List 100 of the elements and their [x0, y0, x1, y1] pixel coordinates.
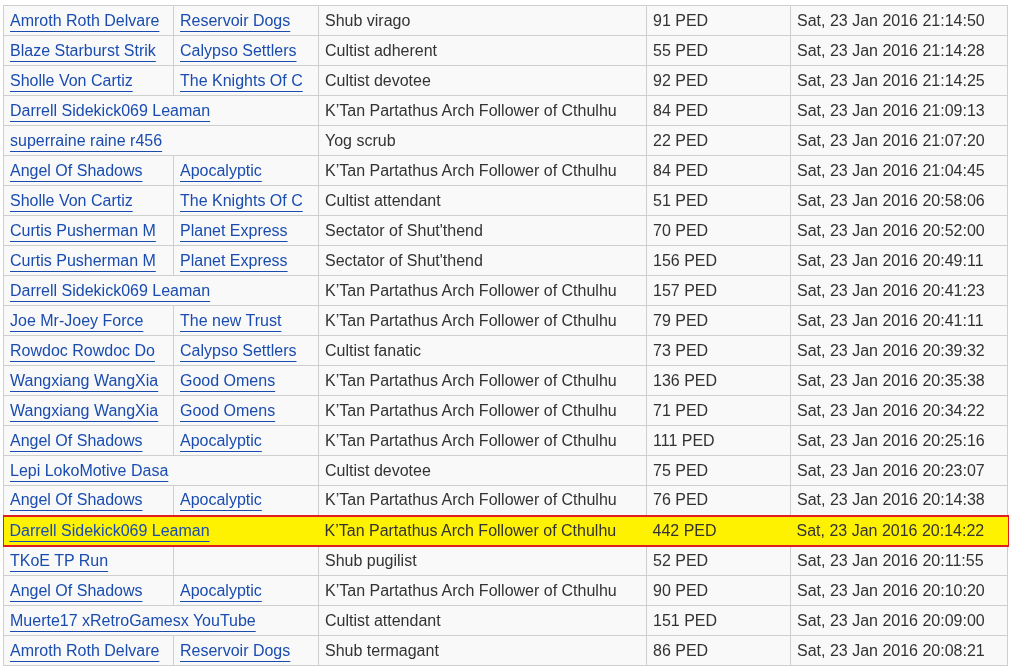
- value-cell: 51 PED: [646, 185, 791, 216]
- player-link[interactable]: Joe Mr-Joey Force: [10, 311, 144, 329]
- creature-cell: Cultist attendant: [318, 605, 647, 636]
- creature-cell: K’Tan Partathus Arch Follower of Cthulhu: [318, 365, 647, 396]
- value-cell: 70 PED: [646, 215, 791, 246]
- value-cell: 90 PED: [646, 575, 791, 606]
- time-cell: Sat, 23 Jan 2016 20:39:32: [790, 335, 1008, 366]
- creature-cell: Sectator of Shut'thend: [318, 215, 647, 246]
- society-link[interactable]: Apocalyptic: [180, 431, 262, 449]
- player-link[interactable]: Angel Of Shadows: [10, 431, 143, 449]
- time-cell: Sat, 23 Jan 2016 20:25:16: [790, 425, 1008, 456]
- player-link[interactable]: Wangxiang WangXia: [10, 371, 159, 389]
- time-cell: Sat, 23 Jan 2016 20:14:22: [790, 515, 1008, 546]
- time-cell: Sat, 23 Jan 2016 21:14:25: [790, 65, 1008, 96]
- value-cell: 52 PED: [646, 545, 791, 576]
- society-link[interactable]: Apocalyptic: [180, 581, 262, 599]
- value-cell: 442 PED: [646, 515, 791, 546]
- player-link[interactable]: Wangxiang WangXia: [10, 401, 159, 419]
- society-link[interactable]: Apocalyptic: [180, 161, 262, 179]
- creature-cell: Shub termagant: [318, 635, 647, 666]
- value-cell: 157 PED: [646, 275, 791, 306]
- time-cell: Sat, 23 Jan 2016 21:09:13: [790, 95, 1008, 126]
- player-link[interactable]: Angel Of Shadows: [10, 581, 143, 599]
- time-cell: Sat, 23 Jan 2016 20:34:22: [790, 395, 1008, 426]
- time-cell: Sat, 23 Jan 2016 21:07:20: [790, 125, 1008, 156]
- player-link[interactable]: Darrell Sidekick069 Leaman: [9, 521, 210, 539]
- creature-cell: Shub virago: [318, 5, 647, 36]
- creature-cell: K’Tan Partathus Arch Follower of Cthulhu: [318, 515, 647, 546]
- time-cell: Sat, 23 Jan 2016 20:10:20: [790, 575, 1008, 606]
- player-link[interactable]: Blaze Starburst Strik: [10, 41, 156, 59]
- time-cell: Sat, 23 Jan 2016 20:11:55: [790, 545, 1008, 576]
- value-cell: 75 PED: [646, 455, 791, 486]
- society-link[interactable]: Calypso Settlers: [180, 341, 297, 359]
- value-cell: 84 PED: [646, 155, 791, 186]
- society-link[interactable]: Apocalyptic: [180, 491, 262, 509]
- player-link[interactable]: Darrell Sidekick069 Leaman: [10, 101, 211, 119]
- value-cell: 156 PED: [646, 245, 791, 276]
- creature-cell: Cultist devotee: [318, 455, 647, 486]
- society-link[interactable]: Reservoir Dogs: [180, 641, 291, 659]
- creature-cell: Cultist devotee: [318, 65, 647, 96]
- society-link[interactable]: Good Omens: [180, 401, 276, 419]
- value-cell: 55 PED: [646, 35, 791, 66]
- creature-cell: K’Tan Partathus Arch Follower of Cthulhu: [318, 305, 647, 336]
- value-cell: 84 PED: [646, 95, 791, 126]
- value-cell: 86 PED: [646, 635, 791, 666]
- time-cell: Sat, 23 Jan 2016 20:58:06: [790, 185, 1008, 216]
- creature-cell: K’Tan Partathus Arch Follower of Cthulhu: [318, 425, 647, 456]
- player-link[interactable]: TKoE TP Run: [10, 551, 109, 569]
- time-cell: Sat, 23 Jan 2016 20:52:00: [790, 215, 1008, 246]
- society-link[interactable]: The Knights Of C: [180, 71, 303, 89]
- player-link[interactable]: Muerte17 xRetroGamesx YouTube: [10, 611, 256, 629]
- society-link[interactable]: Planet Express: [180, 251, 288, 269]
- creature-cell: K’Tan Partathus Arch Follower of Cthulhu: [318, 155, 647, 186]
- player-link[interactable]: Angel Of Shadows: [10, 161, 143, 179]
- time-cell: Sat, 23 Jan 2016 21:04:45: [790, 155, 1008, 186]
- value-cell: 71 PED: [646, 395, 791, 426]
- creature-cell: Yog scrub: [318, 125, 647, 156]
- society-link[interactable]: Planet Express: [180, 221, 288, 239]
- creature-cell: Sectator of Shut'thend: [318, 245, 647, 276]
- creature-cell: K’Tan Partathus Arch Follower of Cthulhu: [318, 485, 647, 516]
- time-cell: Sat, 23 Jan 2016 20:41:23: [790, 275, 1008, 306]
- player-link[interactable]: Sholle Von Cartiz: [10, 71, 133, 89]
- society-link[interactable]: Calypso Settlers: [180, 41, 297, 59]
- player-link[interactable]: Sholle Von Cartiz: [10, 191, 133, 209]
- time-cell: Sat, 23 Jan 2016 20:35:38: [790, 365, 1008, 396]
- society-link[interactable]: Good Omens: [180, 371, 276, 389]
- player-link[interactable]: superraine raine r456: [10, 131, 163, 149]
- player-link[interactable]: Amroth Roth Delvare: [10, 11, 160, 29]
- creature-cell: K’Tan Partathus Arch Follower of Cthulhu: [318, 95, 647, 126]
- society-link[interactable]: The new Trust: [180, 311, 282, 329]
- creature-cell: K’Tan Partathus Arch Follower of Cthulhu: [318, 275, 647, 306]
- time-cell: Sat, 23 Jan 2016 20:08:21: [790, 635, 1008, 666]
- society-link[interactable]: Reservoir Dogs: [180, 11, 291, 29]
- time-cell: Sat, 23 Jan 2016 20:14:38: [790, 485, 1008, 516]
- creature-cell: Cultist attendant: [318, 185, 647, 216]
- value-cell: 76 PED: [646, 485, 791, 516]
- time-cell: Sat, 23 Jan 2016 20:09:00: [790, 605, 1008, 636]
- creature-cell: K’Tan Partathus Arch Follower of Cthulhu: [318, 575, 647, 606]
- player-link[interactable]: Lepi LokoMotive Dasa: [10, 461, 169, 479]
- creature-cell: Shub pugilist: [318, 545, 647, 576]
- value-cell: 79 PED: [646, 305, 791, 336]
- time-cell: Sat, 23 Jan 2016 20:23:07: [790, 455, 1008, 486]
- value-cell: 111 PED: [646, 425, 791, 456]
- value-cell: 136 PED: [646, 365, 791, 396]
- player-link[interactable]: Rowdoc Rowdoc Do: [10, 341, 155, 359]
- society-link[interactable]: The Knights Of C: [180, 191, 303, 209]
- time-cell: Sat, 23 Jan 2016 20:49:11: [790, 245, 1008, 276]
- creature-cell: Cultist fanatic: [318, 335, 647, 366]
- creature-cell: K’Tan Partathus Arch Follower of Cthulhu: [318, 395, 647, 426]
- player-link[interactable]: Curtis Pusherman M: [10, 221, 156, 239]
- time-cell: Sat, 23 Jan 2016 20:41:11: [790, 305, 1008, 336]
- player-link[interactable]: Darrell Sidekick069 Leaman: [10, 281, 211, 299]
- value-cell: 92 PED: [646, 65, 791, 96]
- player-link[interactable]: Curtis Pusherman M: [10, 251, 156, 269]
- time-cell: Sat, 23 Jan 2016 21:14:28: [790, 35, 1008, 66]
- value-cell: 22 PED: [646, 125, 791, 156]
- value-cell: 73 PED: [646, 335, 791, 366]
- player-link[interactable]: Amroth Roth Delvare: [10, 641, 160, 659]
- time-cell: Sat, 23 Jan 2016 21:14:50: [790, 5, 1008, 36]
- player-link[interactable]: Angel Of Shadows: [10, 491, 143, 509]
